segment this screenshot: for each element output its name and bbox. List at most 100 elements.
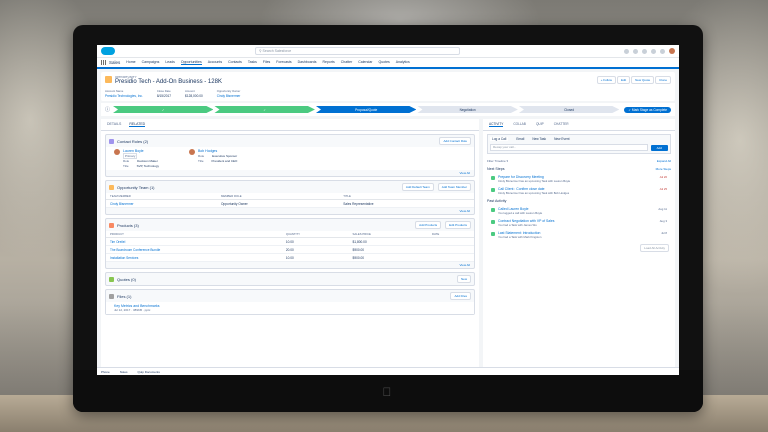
app-launcher-icon[interactable] [101, 60, 106, 65]
call-recap-input[interactable]: Recap your call... [490, 144, 648, 151]
table-cell [427, 253, 474, 262]
add-files-button[interactable]: Add Files [450, 292, 471, 300]
activity-date: Jul 20 [659, 175, 667, 179]
utility-item-quip-documents[interactable]: Quip Documents [138, 370, 160, 374]
contact-avatar [114, 149, 120, 155]
favorites-icon[interactable] [624, 48, 629, 54]
add-icon[interactable] [633, 48, 638, 54]
composer-tab[interactable]: New Task [532, 137, 546, 141]
nav-item-files[interactable]: Files [263, 60, 270, 65]
table-cell[interactable]: Installation Services [106, 253, 282, 262]
utility-item-notes[interactable]: Notes [120, 370, 128, 374]
composer-tab[interactable]: Email [516, 137, 524, 141]
view-all-link[interactable]: View All [106, 170, 474, 176]
side-tab-collab[interactable]: COLLAB [513, 122, 526, 127]
composer-tab[interactable]: Log a Call [490, 137, 509, 141]
contact-icon [109, 138, 114, 144]
add-products-button[interactable]: Add Products [415, 221, 442, 229]
field-value: $128,000.00 [185, 94, 203, 98]
load-all-activity-button[interactable]: Load All Activity [640, 244, 669, 252]
activity-date: Aug 11 [658, 207, 667, 211]
apple-logo-icon:  [382, 386, 392, 398]
view-all-link[interactable]: View All [106, 208, 474, 214]
side-tab-chatter[interactable]: CHATTER [554, 122, 569, 127]
view-all-link[interactable]: View All [106, 262, 474, 268]
highlight-field: Amount $128,000.00 [185, 89, 203, 98]
nav-item-quotes[interactable]: Quotes [378, 60, 389, 65]
nav-item-chatter[interactable]: Chatter [341, 60, 352, 65]
files-card: Files (1) Add Files Key Metrics and Benc… [105, 289, 475, 315]
path-step[interactable]: Proposal/Quote [315, 106, 417, 113]
help-icon[interactable] [642, 48, 647, 54]
card-title: Contact Roles (2) [117, 138, 149, 144]
tab-related[interactable]: RELATED [129, 122, 146, 127]
mark-stage-complete-button[interactable]: ✓ Mark Stage as Complete [624, 106, 671, 113]
path-step[interactable]: ✓ [113, 106, 214, 113]
nav-item-forecasts[interactable]: Forecasts [276, 60, 291, 65]
tab-details[interactable]: DETAILS [107, 122, 121, 127]
more-steps-link[interactable]: More Steps [656, 167, 671, 171]
record-action-button[interactable]: + Follow [596, 76, 616, 84]
activity-subtitle: You had a Task with Mark Kingston [498, 235, 542, 239]
activity-item: Called Lauren Boyle You logged a call wit… [483, 205, 675, 217]
field-label: Account Name [105, 89, 124, 93]
quotes-card: Quotes (0) New [105, 272, 475, 286]
path-step[interactable]: Closed [518, 106, 620, 113]
past-activity-list: Called Lauren Boyle You logged a call wit… [483, 205, 675, 241]
activity-item: Prepare for Discovery Meeting Cindy Bisne… [483, 173, 675, 185]
nav-item-opportunities[interactable]: Opportunities [180, 60, 202, 65]
new-quote-button[interactable]: New [456, 275, 471, 283]
nav-item-accounts[interactable]: Accounts [208, 60, 222, 65]
notifications-bell-icon[interactable] [660, 48, 665, 54]
path-steps: ✓ ✓ Proposal/Quote Negotiation Closed [113, 106, 620, 113]
record-action-button[interactable]: Clone [655, 76, 671, 84]
filter-timeline-dropdown[interactable]: Filter Timeline ▾ [487, 159, 508, 163]
record-action-button[interactable]: New Quote [631, 76, 655, 84]
record-header: OPPORTUNITY Presidio Tech - Add-On Busin… [101, 72, 675, 101]
expand-all-link[interactable]: Expand All [657, 159, 671, 163]
side-tab-quip[interactable]: QUIP [536, 122, 544, 127]
path-info-icon[interactable]: ⓘ [105, 106, 110, 113]
setup-gear-icon[interactable] [651, 48, 656, 54]
table-cell[interactable]: Tim Oreilel [106, 237, 282, 246]
add-contact-role-button[interactable]: Add Contact Role [439, 137, 471, 145]
user-avatar[interactable] [669, 48, 675, 54]
add-default-team-button[interactable]: Add Default Team [401, 183, 434, 191]
field-value[interactable]: Presidio Technologies, Inc. [105, 94, 143, 98]
record-action-button[interactable]: Edit [616, 76, 631, 84]
nav-item-analytics[interactable]: Analytics [396, 60, 410, 65]
edit-products-button[interactable]: Edit Products [445, 221, 471, 229]
composer-tab[interactable]: New Event [554, 137, 569, 141]
table-cell [427, 245, 474, 254]
activity-text: Contract Negotiation with VP of Sales You… [498, 219, 657, 227]
add-team-member-button[interactable]: Add Team Member [437, 183, 471, 191]
table-row: Cindy Bisnermer Opportunity Owner Sales Re… [106, 199, 474, 208]
products-card: Products (3) Add Products Edit Products … [105, 218, 475, 269]
side-tab-activity[interactable]: ACTIVITY [489, 122, 504, 127]
search-input[interactable]: ⚲ Search Salesforce [255, 47, 460, 55]
title-label: Title [197, 159, 204, 163]
path-step[interactable]: ✓ [214, 106, 315, 113]
table-cell: $900.00 [348, 253, 428, 262]
path-step[interactable]: Negotiation [417, 106, 518, 113]
field-value[interactable]: Cindy Bisnermer [217, 94, 241, 98]
salesforce-screen: ⚲ Search Salesforce Sales Home Campaigns L… [97, 45, 679, 375]
nav-item-campaigns[interactable]: Campaigns [142, 60, 160, 65]
table-cell[interactable]: Cindy Bisnermer [106, 199, 217, 208]
table-cell[interactable]: The Boardroom Conference Bundle [106, 245, 282, 254]
title-value: President and CEO [211, 159, 238, 163]
nav-item-reports[interactable]: Reports [323, 60, 335, 65]
global-header: ⚲ Search Salesforce [97, 45, 679, 58]
activity-text: Called Lauren Boyle You logged a call wit… [498, 207, 655, 215]
add-activity-button[interactable]: Add [650, 144, 668, 151]
nav-item-calendar[interactable]: Calendar [358, 60, 372, 65]
activity-subtitle: Cindy Bisnermer has an upcoming Task wit… [498, 179, 571, 183]
table-cell: Sales Representative [339, 199, 474, 208]
record-tabs: DETAILS RELATED [101, 119, 479, 131]
nav-item-home[interactable]: Home [126, 60, 135, 65]
nav-item-leads[interactable]: Leads [165, 60, 175, 65]
nav-item-dashboards[interactable]: Dashboards [298, 60, 317, 65]
nav-item-tasks[interactable]: Tasks [248, 60, 257, 65]
nav-item-contacts[interactable]: Contacts [228, 60, 242, 65]
utility-item-phone[interactable]: Phone [101, 370, 110, 374]
